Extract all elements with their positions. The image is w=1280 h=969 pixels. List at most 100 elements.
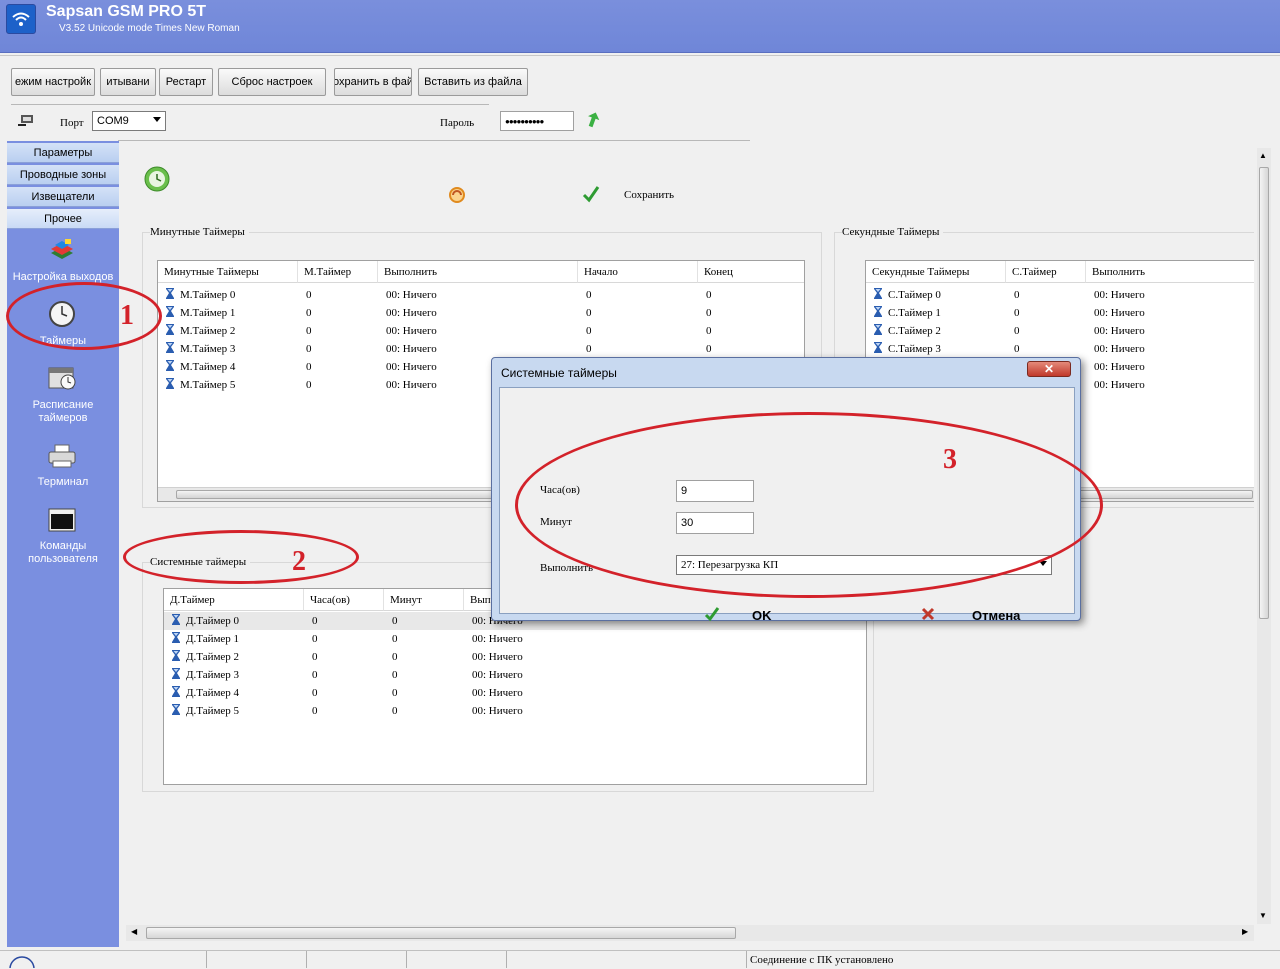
table-cell: Д.Таймер 0 bbox=[172, 612, 239, 630]
table-cell: С.Таймер 0 bbox=[874, 286, 941, 304]
cell-text: 0 bbox=[392, 615, 398, 627]
cell-text: С.Таймер 3 bbox=[888, 343, 941, 355]
outputs-icon[interactable] bbox=[47, 238, 77, 266]
table-cell: 0 bbox=[1014, 304, 1020, 322]
table-row[interactable]: С.Таймер 1 0 00: Ничего bbox=[866, 304, 1254, 322]
ok-button[interactable]: OK bbox=[752, 608, 772, 623]
table-row[interactable]: Д.Таймер 3 0 0 00: Ничего bbox=[164, 666, 866, 684]
password-input[interactable]: ●●●●●●●●●● bbox=[500, 111, 574, 131]
column-header[interactable]: М.Таймер bbox=[298, 261, 378, 283]
schedule-clock-icon[interactable] bbox=[47, 364, 77, 392]
ok-check-icon[interactable] bbox=[704, 606, 720, 622]
cell-text: 0 bbox=[706, 289, 712, 301]
cell-text: С.Таймер 0 bbox=[888, 289, 941, 301]
sidebar-item-user-commands[interactable]: Команды пользователя bbox=[7, 540, 119, 566]
table-row[interactable]: Д.Таймер 2 0 0 00: Ничего bbox=[164, 648, 866, 666]
cell-text: 00: Ничего bbox=[1094, 289, 1145, 301]
column-header[interactable]: Выполнить bbox=[1086, 261, 1254, 283]
chevron-down-icon bbox=[153, 117, 161, 122]
column-header[interactable]: С.Таймер bbox=[1006, 261, 1086, 283]
cell-text: 0 bbox=[312, 687, 318, 699]
status-icon bbox=[8, 955, 36, 968]
cell-text: 00: Ничего bbox=[1094, 343, 1145, 355]
console-icon[interactable] bbox=[47, 506, 77, 534]
table-row[interactable]: Д.Таймер 1 0 0 00: Ничего bbox=[164, 630, 866, 648]
annotation-number: 2 bbox=[292, 546, 306, 577]
column-header[interactable]: Минутные Таймеры bbox=[158, 261, 298, 283]
scroll-down-icon[interactable]: ▼ bbox=[1259, 911, 1267, 920]
paste-from-file-button[interactable]: Вставить из файла bbox=[418, 68, 528, 96]
cell-text: С.Таймер 1 bbox=[888, 307, 941, 319]
cell-text: 00: Ничего bbox=[1094, 325, 1145, 337]
column-header[interactable]: Д.Таймер bbox=[164, 589, 304, 611]
cell-text: 0 bbox=[586, 289, 592, 301]
table-row[interactable]: С.Таймер 2 0 00: Ничего bbox=[866, 322, 1254, 340]
table-row[interactable]: М.Таймер 0 0 00: Ничего 0 0 bbox=[158, 286, 804, 304]
cancel-button[interactable]: Отмена bbox=[972, 608, 1020, 623]
hourglass-icon bbox=[172, 614, 186, 628]
cell-text: 0 bbox=[306, 343, 312, 355]
table-cell: 0 bbox=[1014, 322, 1020, 340]
table-row[interactable]: Д.Таймер 5 0 0 00: Ничего bbox=[164, 702, 866, 720]
close-button[interactable]: ✕ bbox=[1027, 361, 1071, 377]
cancel-x-icon[interactable] bbox=[920, 606, 936, 622]
table-row[interactable]: С.Таймер 3 0 00: Ничего bbox=[866, 340, 1254, 358]
save-to-file-button[interactable]: охранить в фай bbox=[334, 68, 412, 96]
hourglass-icon bbox=[172, 650, 186, 664]
connect-icon[interactable] bbox=[18, 112, 38, 128]
cell-text: 00: Ничего bbox=[386, 289, 437, 301]
sidebar-item-schedule[interactable]: Расписание таймеров bbox=[7, 399, 119, 425]
cell-text: 0 bbox=[392, 651, 398, 663]
table-cell: 00: Ничего bbox=[472, 648, 523, 666]
save-button[interactable]: Сохранить bbox=[624, 189, 674, 201]
cell-text: Д.Таймер 2 bbox=[186, 651, 240, 663]
table-row[interactable]: М.Таймер 1 0 00: Ничего 0 0 bbox=[158, 304, 804, 322]
table-cell: 0 bbox=[306, 358, 312, 376]
table-row[interactable]: М.Таймер 3 0 00: Ничего 0 0 bbox=[158, 340, 804, 358]
hourglass-icon bbox=[166, 324, 180, 338]
cell-text: 0 bbox=[1014, 289, 1020, 301]
timer-clock-icon[interactable] bbox=[144, 166, 170, 192]
divider bbox=[11, 104, 489, 105]
refresh-icon[interactable] bbox=[448, 186, 466, 204]
settings-mode-button[interactable]: ежим настройк bbox=[11, 68, 95, 96]
nav-wired-zones[interactable]: Проводные зоны bbox=[7, 165, 119, 185]
table-cell: 0 bbox=[312, 666, 318, 684]
column-header[interactable]: Часа(ов) bbox=[304, 589, 384, 611]
scroll-left-icon[interactable]: ◀ bbox=[131, 927, 137, 936]
sidebar-item-terminal[interactable]: Терминал bbox=[7, 476, 119, 489]
table-cell: М.Таймер 0 bbox=[166, 286, 235, 304]
column-header[interactable]: Минут bbox=[384, 589, 464, 611]
read-button[interactable]: итывани bbox=[100, 68, 156, 96]
nav-other[interactable]: Прочее bbox=[7, 209, 119, 229]
cell-text: 0 bbox=[586, 325, 592, 337]
cell-text: 00: Ничего bbox=[1094, 307, 1145, 319]
column-header[interactable]: Начало bbox=[578, 261, 698, 283]
nav-parameters[interactable]: Параметры bbox=[7, 143, 119, 163]
table-cell: 0 bbox=[586, 340, 592, 358]
table-row[interactable]: Д.Таймер 4 0 0 00: Ничего bbox=[164, 684, 866, 702]
scrollbar-thumb[interactable] bbox=[146, 927, 736, 939]
column-header[interactable]: Секундные Таймеры bbox=[866, 261, 1006, 283]
status-segment bbox=[506, 951, 746, 968]
cell-text: 0 bbox=[312, 633, 318, 645]
column-header[interactable]: Выполнить bbox=[378, 261, 578, 283]
table-cell: 0 bbox=[312, 702, 318, 720]
scroll-up-icon[interactable]: ▲ bbox=[1259, 151, 1267, 160]
scrollbar-thumb[interactable] bbox=[1259, 167, 1269, 619]
reset-settings-button[interactable]: Сброс настроек bbox=[218, 68, 326, 96]
table-row[interactable]: С.Таймер 0 0 00: Ничего bbox=[866, 286, 1254, 304]
login-arrow-icon[interactable] bbox=[586, 111, 600, 129]
save-check-icon[interactable] bbox=[582, 185, 600, 203]
table-cell: 00: Ничего bbox=[386, 376, 437, 394]
printer-icon[interactable] bbox=[47, 442, 77, 470]
table-row[interactable]: М.Таймер 2 0 00: Ничего 0 0 bbox=[158, 322, 804, 340]
column-header[interactable]: Конец bbox=[698, 261, 804, 283]
scroll-right-icon[interactable]: ▶ bbox=[1242, 927, 1248, 936]
table-cell: 00: Ничего bbox=[1094, 376, 1145, 394]
hourglass-icon bbox=[166, 378, 180, 392]
restart-button[interactable]: Рестарт bbox=[159, 68, 213, 96]
cell-text: 00: Ничего bbox=[472, 669, 523, 681]
nav-detectors[interactable]: Извещатели bbox=[7, 187, 119, 207]
port-select[interactable]: COM9 bbox=[92, 111, 166, 131]
